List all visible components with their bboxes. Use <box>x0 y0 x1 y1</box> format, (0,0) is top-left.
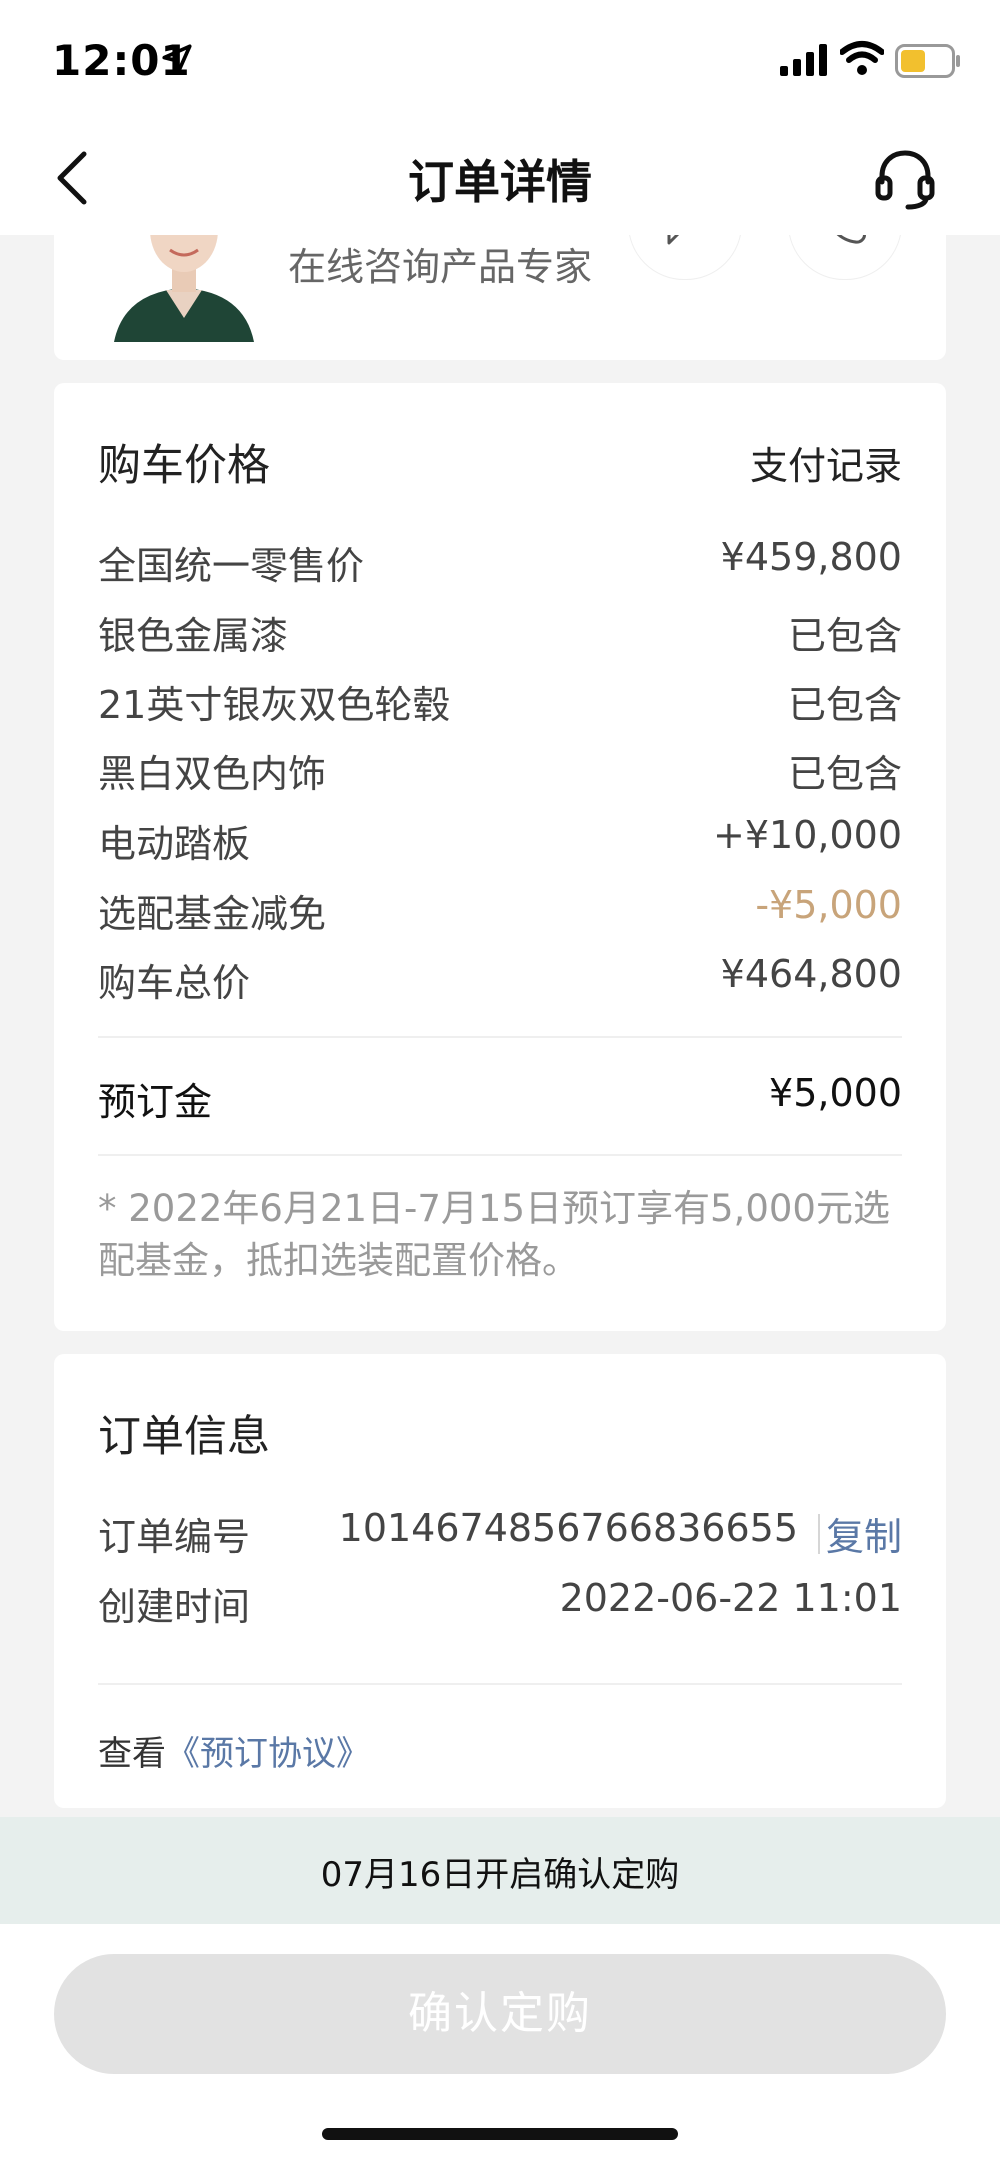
order-number-row: 订单编号 1014674856766836655 复制 <box>98 1506 902 1566</box>
price-row-retail: 全国统一零售价 ¥459,800 <box>98 535 902 595</box>
battery-icon <box>895 44 960 78</box>
payment-records-link[interactable]: 支付记录 <box>750 435 902 490</box>
discount-value: -¥5,000 <box>755 883 902 927</box>
price-row-label: 电动踏板 <box>98 822 251 866</box>
copy-button[interactable]: 复制 <box>826 1506 902 1561</box>
location-arrow-icon <box>162 44 192 74</box>
created-time-label: 创建时间 <box>98 1585 251 1629</box>
price-card: 购车价格 支付记录 全国统一零售价 ¥459,800 银色金属漆 已包含 21英… <box>54 383 946 1331</box>
advisor-label: 在线咨询产品专家 <box>288 245 593 289</box>
customer-service-headset-icon[interactable] <box>872 146 938 212</box>
price-row-total: 购车总价 ¥464,800 <box>98 952 902 1012</box>
view-prefix: 查看 <box>98 1734 166 1774</box>
deposit-value: ¥5,000 <box>769 1071 902 1115</box>
divider <box>98 1683 902 1685</box>
divider <box>98 1154 902 1156</box>
price-row-paint: 银色金属漆 已包含 <box>98 605 902 665</box>
price-row-label: 黑白双色内饰 <box>98 752 327 796</box>
price-row-label: 全国统一零售价 <box>98 544 365 588</box>
promo-note: * 2022年6月21日-7月15日预订享有5,000元选配基金，抵扣选装配置价… <box>98 1187 890 1282</box>
agreement-line: 查看《预订协议》 <box>98 1726 370 1775</box>
price-row-interior: 黑白双色内饰 已包含 <box>98 743 902 803</box>
created-time-value: 2022-06-22 11:01 <box>559 1576 902 1620</box>
price-row-option-fund: 选配基金减免 -¥5,000 <box>98 883 902 943</box>
home-indicator <box>322 2128 678 2140</box>
page-title: 订单详情 <box>408 155 592 209</box>
agreement-link[interactable]: 《预订协议》 <box>166 1734 370 1774</box>
signal-icon <box>780 44 827 76</box>
divider <box>98 1036 902 1038</box>
deposit-row: 预订金 ¥5,000 <box>98 1071 902 1131</box>
deposit-label: 预订金 <box>98 1080 213 1124</box>
price-section-title: 购车价格 <box>98 441 270 491</box>
price-row-value: ¥464,800 <box>720 952 902 996</box>
price-row-value: 已包含 <box>787 614 902 658</box>
order-section-title: 订单信息 <box>98 1412 270 1462</box>
price-row-power-step: 电动踏板 +¥10,000 <box>98 813 902 873</box>
status-bar: 12:01 <box>0 0 1000 120</box>
nav-bar: 订单详情 <box>0 120 1000 235</box>
confirm-purchase-button[interactable]: 确认定购 <box>54 1954 946 2074</box>
price-row-value: +¥10,000 <box>713 813 902 857</box>
created-time-row: 创建时间 2022-06-22 11:01 <box>98 1576 902 1636</box>
price-row-label: 购车总价 <box>98 961 251 1005</box>
price-row-label: 银色金属漆 <box>98 614 289 658</box>
order-info-card: 订单信息 订单编号 1014674856766836655 复制 创建时间 20… <box>54 1354 946 1808</box>
order-number-value: 1014674856766836655 <box>338 1506 798 1550</box>
price-row-value: ¥459,800 <box>720 535 902 579</box>
price-row-value: 已包含 <box>787 752 902 796</box>
order-number-label: 订单编号 <box>98 1515 251 1559</box>
price-row-label: 21英寸银灰双色轮毂 <box>98 683 451 727</box>
price-row-label: 选配基金减免 <box>98 892 327 936</box>
purchase-open-banner: 07月16日开启确认定购 <box>0 1817 1000 1924</box>
banner-text: 07月16日开启确认定购 <box>320 1855 680 1895</box>
copy-divider <box>818 1514 820 1554</box>
price-row-wheels: 21英寸银灰双色轮毂 已包含 <box>98 674 902 734</box>
wifi-icon <box>840 41 884 75</box>
price-row-value: 已包含 <box>787 683 902 727</box>
